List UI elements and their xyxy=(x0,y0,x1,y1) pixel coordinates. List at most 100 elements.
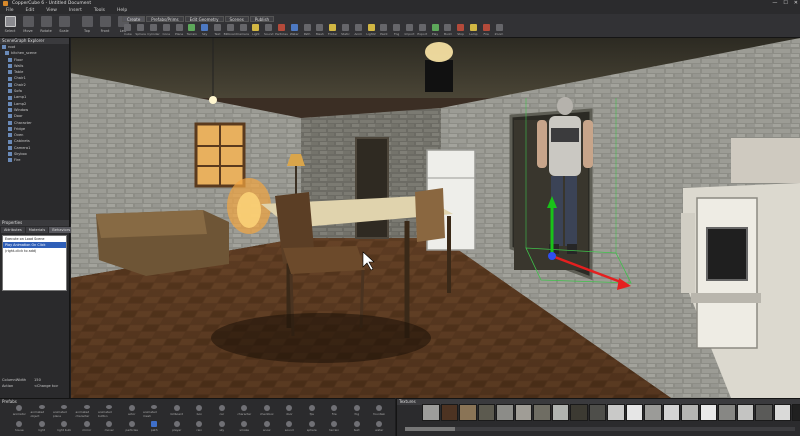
maximize-button[interactable]: ☐ xyxy=(783,0,787,7)
properties-tab-attributes[interactable]: Attributes xyxy=(1,227,25,233)
toolbar-sound-button[interactable]: Sound xyxy=(263,24,275,37)
properties-tab-behaviors[interactable]: Behaviors xyxy=(49,227,74,233)
texture-swatch[interactable] xyxy=(588,404,606,421)
prefab-character[interactable]: character xyxy=(233,405,256,418)
prefab-particles[interactable]: particles xyxy=(121,421,144,434)
prefab-path[interactable]: path xyxy=(143,421,166,434)
menu-insert[interactable]: Insert xyxy=(69,7,82,14)
toolbar-light-button[interactable]: Light xyxy=(250,24,262,37)
prefab-animated-plane[interactable]: animated plane xyxy=(53,405,76,418)
menu-edit[interactable]: Edit xyxy=(26,7,35,14)
texture-swatch[interactable] xyxy=(681,404,699,421)
toolbar-water-button[interactable]: Water xyxy=(288,24,300,37)
prefab-rain[interactable]: rain xyxy=(188,421,211,434)
prefab-animated-character[interactable]: animated character xyxy=(76,405,99,418)
menu-help[interactable]: Help xyxy=(117,7,127,14)
prefab-smoke[interactable]: smoke xyxy=(233,421,256,434)
toolbar-export-button[interactable]: Export xyxy=(416,24,428,37)
prefab-water[interactable]: water xyxy=(368,421,391,434)
toolbar-terrain-button[interactable]: Terrain xyxy=(186,24,198,37)
prefab-door[interactable]: door xyxy=(278,405,301,418)
toolbar-cube-button[interactable]: Cube xyxy=(122,24,134,37)
texture-swatch[interactable] xyxy=(477,404,495,421)
texture-swatch[interactable] xyxy=(496,404,514,421)
toolbar-cylinder-button[interactable]: Cylinder xyxy=(147,24,160,37)
prefab-car[interactable]: car xyxy=(211,405,234,418)
behaviors-list[interactable]: Execute on Load Scene Play Animation On C… xyxy=(2,235,67,291)
toolbar-lamp-button[interactable]: Lamp xyxy=(468,24,480,37)
tool-front-button[interactable]: Front xyxy=(97,16,113,36)
prefab-fountain[interactable]: fountain xyxy=(368,405,391,418)
prefab-billboard[interactable]: billboard xyxy=(166,405,189,418)
toolbar-tab-prefabs-prims[interactable]: Prefabs/Prims xyxy=(146,16,184,22)
prefab-animated-button[interactable]: animated button xyxy=(98,405,121,418)
prefab-fire[interactable]: fire xyxy=(323,405,346,418)
tool-scale-button[interactable]: Scale xyxy=(56,16,72,36)
toolbar-fire-button[interactable]: Fire xyxy=(480,24,492,37)
prefab-animated-mesh[interactable]: animated mesh xyxy=(143,405,166,418)
toolbar-fog-button[interactable]: Fog xyxy=(391,24,403,37)
texture-swatch[interactable] xyxy=(514,404,532,421)
scrollbar-thumb[interactable] xyxy=(405,427,455,431)
texture-swatch[interactable] xyxy=(607,404,625,421)
toolbar-anim-button[interactable]: Anim xyxy=(352,24,364,37)
toolbar-zoom-button[interactable]: Zoom xyxy=(493,24,505,37)
toolbar-tab-edit-geometry[interactable]: Edit Geometry xyxy=(184,16,224,22)
tool-rotate-button[interactable]: Rotate xyxy=(38,16,54,36)
toolbar-plane-button[interactable]: Plane xyxy=(173,24,185,37)
toolbar-build-button[interactable]: Build xyxy=(442,24,454,37)
toolbar-import-button[interactable]: Import xyxy=(404,24,416,37)
prefab-checkbox[interactable]: checkbox xyxy=(256,405,279,418)
texture-swatch[interactable] xyxy=(570,404,588,421)
tool-move-button[interactable]: Move xyxy=(20,16,36,36)
tree-item[interactable]: Fire xyxy=(0,157,69,163)
tool-top-button[interactable]: Top xyxy=(79,16,95,36)
prefab-box[interactable]: box xyxy=(188,405,211,418)
menu-file[interactable]: File xyxy=(6,7,14,14)
3d-viewport[interactable] xyxy=(71,38,800,398)
texture-swatch[interactable] xyxy=(551,404,569,421)
prefab-player[interactable]: player xyxy=(166,421,189,434)
texture-scrollbar[interactable] xyxy=(405,427,795,431)
prefab-fps[interactable]: fps xyxy=(301,405,324,418)
behavior-item[interactable]: (right-click to add) xyxy=(3,248,66,254)
toolbar-folder-button[interactable]: Folder xyxy=(327,24,339,37)
close-button[interactable]: ✕ xyxy=(794,0,798,7)
prefab-actor[interactable]: actor xyxy=(121,405,144,418)
prefab-animated-object[interactable]: animated object xyxy=(31,405,54,418)
toolbar-tab-scenes[interactable]: Scenes xyxy=(224,16,249,22)
prefab-mover[interactable]: mover xyxy=(98,421,121,434)
texture-swatch[interactable] xyxy=(644,404,662,421)
texture-swatch[interactable] xyxy=(440,404,458,421)
minimize-button[interactable]: — xyxy=(772,0,777,7)
texture-swatch[interactable] xyxy=(699,404,717,421)
prefab-mirror[interactable]: mirror xyxy=(76,421,99,434)
toolbar-static-button[interactable]: Static xyxy=(340,24,352,37)
texture-swatch[interactable] xyxy=(662,404,680,421)
prefab-sound[interactable]: sound xyxy=(278,421,301,434)
toolbar-tab-create[interactable]: Create xyxy=(122,16,146,22)
toolbar-light2-button[interactable]: Light2 xyxy=(365,24,377,37)
prefab-terrain[interactable]: terrain xyxy=(323,421,346,434)
toolbar-camera-button[interactable]: Camera xyxy=(237,24,249,37)
texture-swatch[interactable] xyxy=(422,404,440,421)
texture-swatch[interactable] xyxy=(773,404,791,421)
texture-swatch[interactable] xyxy=(736,404,754,421)
texture-swatch[interactable] xyxy=(625,404,643,421)
prefab-light-bulb[interactable]: light bulb xyxy=(53,421,76,434)
toolbar-paint-button[interactable]: Paint xyxy=(378,24,390,37)
menu-tools[interactable]: Tools xyxy=(94,7,105,14)
toolbar-billboard-button[interactable]: Billboard xyxy=(224,24,237,37)
prefab-sky[interactable]: sky xyxy=(211,421,234,434)
property-value[interactable]: <Change to> xyxy=(34,383,59,389)
toolbar-text-button[interactable]: Text xyxy=(212,24,224,37)
toolbar-sphere-button[interactable]: Sphere xyxy=(135,24,147,37)
toolbar-sky-button[interactable]: Sky xyxy=(199,24,211,37)
toolbar-path-button[interactable]: Path xyxy=(301,24,313,37)
texture-swatch[interactable] xyxy=(792,404,800,421)
menu-view[interactable]: View xyxy=(46,7,57,14)
prefab-fog[interactable]: fog xyxy=(346,405,369,418)
toolbar-mesh-button[interactable]: Mesh xyxy=(314,24,326,37)
prefab-house[interactable]: house xyxy=(8,421,31,434)
toolbar-cone-button[interactable]: Cone xyxy=(160,24,172,37)
